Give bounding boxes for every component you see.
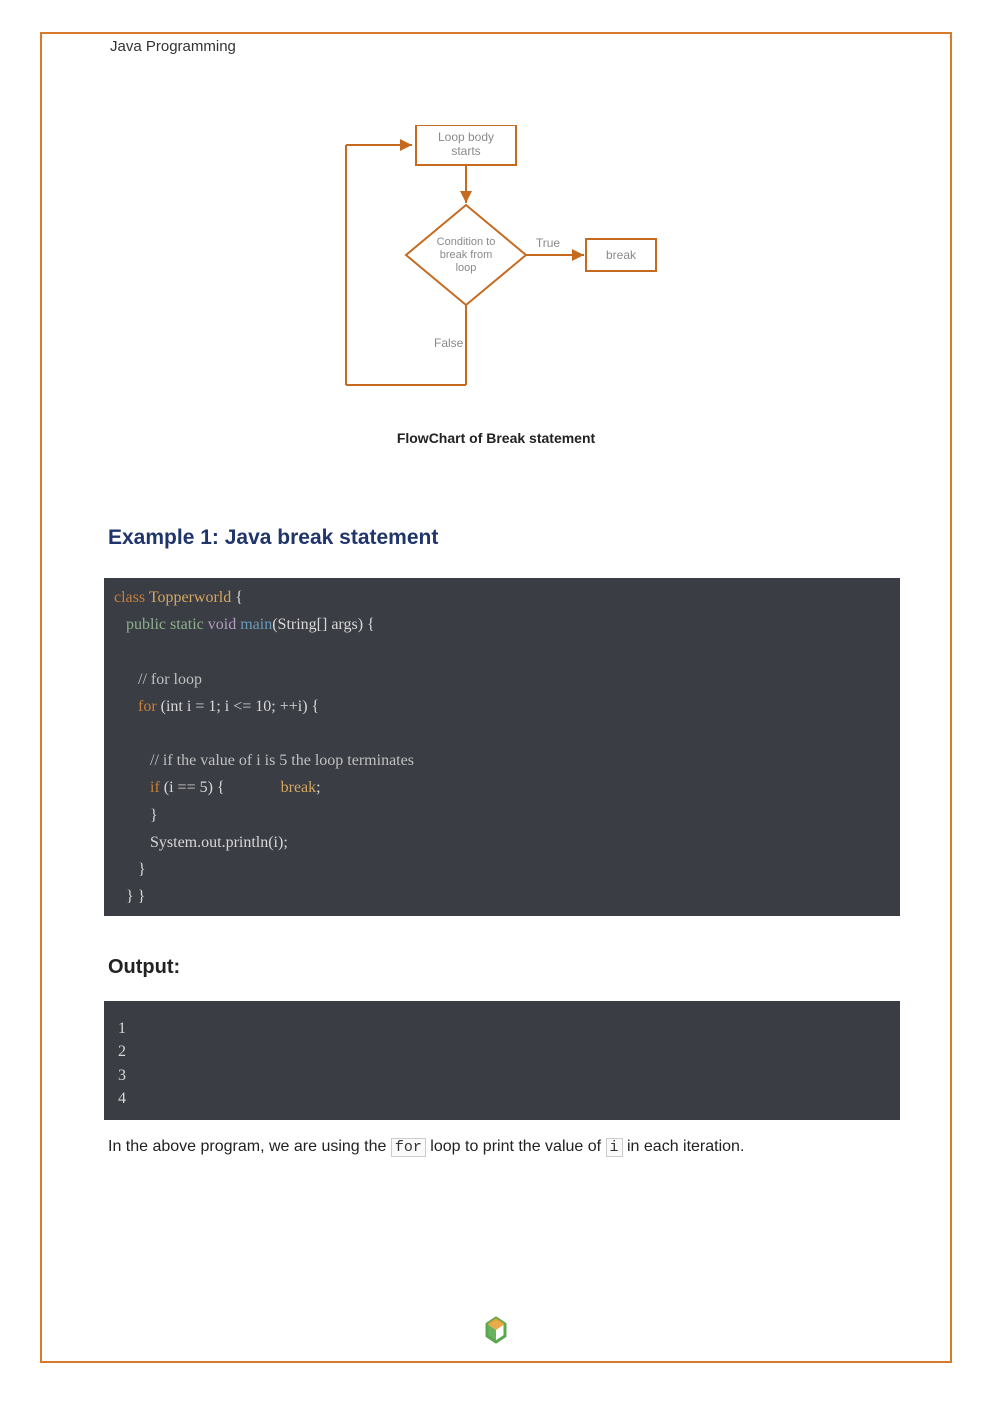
output-line: 1	[118, 1017, 890, 1040]
output-line: 3	[118, 1064, 890, 1087]
svg-text:True: True	[536, 236, 561, 250]
code-line: // if the value of i is 5 the loop termi…	[114, 747, 890, 774]
flowchart-diagram: Loop body starts Condition to break from…	[326, 125, 666, 405]
svg-text:starts: starts	[451, 144, 480, 158]
code-line: for (int i = 1; i <= 10; ++i) {	[114, 693, 890, 720]
output-block: 1 2 3 4	[104, 1001, 900, 1120]
example-heading: Example 1: Java break statement	[108, 526, 884, 550]
svg-text:Condition to: Condition to	[437, 236, 496, 248]
flowchart-container: Loop body starts Condition to break from…	[108, 125, 884, 446]
inline-code-for: for	[391, 1138, 426, 1157]
code-line: public static void main(String[] args) {	[114, 611, 890, 638]
svg-text:break from: break from	[440, 249, 493, 261]
code-line: }	[114, 856, 890, 883]
svg-text:False: False	[434, 336, 464, 350]
code-line	[114, 638, 890, 665]
code-block: class Topperworld { public static void m…	[104, 578, 900, 916]
svg-text:break: break	[606, 248, 637, 262]
code-line: } }	[114, 883, 890, 910]
explanation-paragraph: In the above program, we are using the f…	[108, 1130, 884, 1164]
output-line: 2	[118, 1040, 890, 1063]
document-title: Java Programming	[110, 38, 884, 55]
output-line: 4	[118, 1087, 890, 1110]
page-frame: Java Programming Loop body starts Condit…	[40, 32, 952, 1363]
footer-logo-icon	[481, 1315, 511, 1345]
code-line: if (i == 5) { break;	[114, 774, 890, 801]
code-line: // for loop	[114, 666, 890, 693]
code-line	[114, 720, 890, 747]
code-line: }	[114, 802, 890, 829]
svg-text:Loop body: Loop body	[438, 130, 494, 144]
inline-code-i: i	[606, 1138, 623, 1157]
output-heading: Output:	[108, 956, 884, 979]
code-line: class Topperworld {	[114, 584, 890, 611]
flowchart-caption: FlowChart of Break statement	[108, 430, 884, 446]
svg-text:loop: loop	[456, 262, 477, 274]
code-line: System.out.println(i);	[114, 829, 890, 856]
